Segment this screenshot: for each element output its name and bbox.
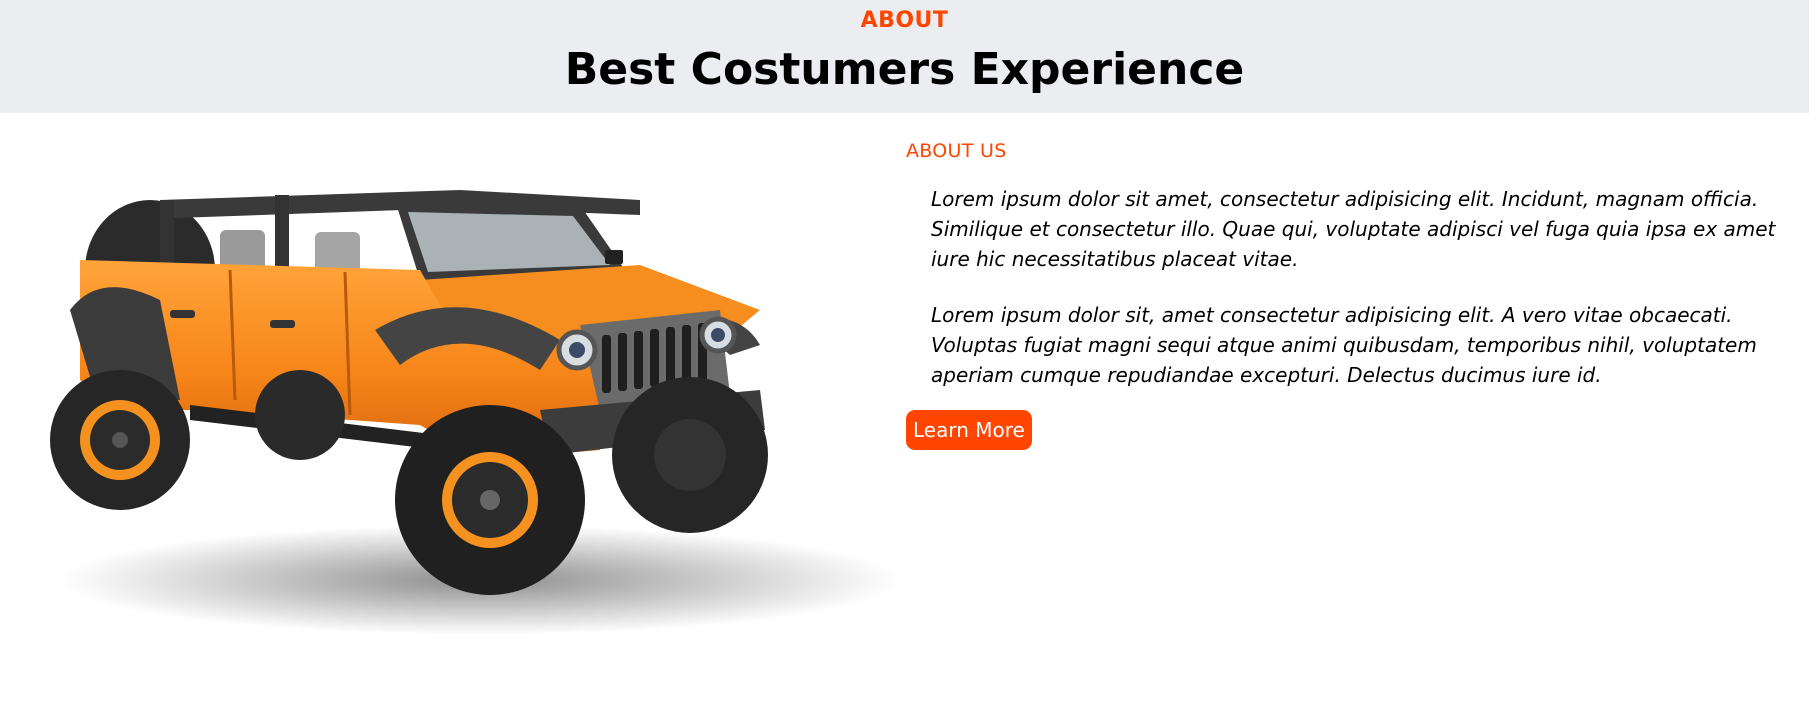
section-title: Best Costumers Experience bbox=[564, 44, 1245, 95]
section-eyebrow: ABOUT bbox=[860, 8, 949, 33]
about-section: ABOUT Best Costumers Experience ABOUT US… bbox=[0, 0, 1817, 706]
about-paragraph-2: Lorem ipsum dolor sit, amet consectetur … bbox=[931, 303, 1757, 387]
about-content: ABOUT US Lorem ipsum dolor sit amet, con… bbox=[906, 140, 1786, 450]
about-paragraph-1: Lorem ipsum dolor sit amet, consectetur … bbox=[931, 187, 1776, 271]
jeep-image bbox=[40, 160, 900, 640]
learn-more-button[interactable]: Learn More bbox=[906, 410, 1032, 450]
section-header: ABOUT Best Costumers Experience bbox=[0, 0, 1809, 113]
about-us-label: ABOUT US bbox=[906, 140, 1007, 162]
